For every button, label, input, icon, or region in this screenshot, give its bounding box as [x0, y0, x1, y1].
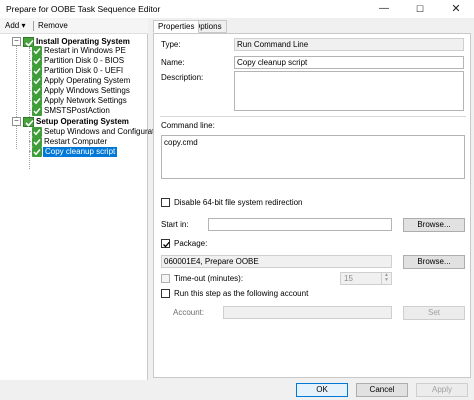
- step-check-icon: [32, 96, 42, 106]
- step-check-icon: [32, 56, 42, 66]
- tree-toolbar: Add ▾ Remove: [0, 18, 148, 34]
- add-button[interactable]: Add ▾: [5, 21, 25, 30]
- name-label: Name:: [161, 58, 185, 67]
- tree-connector: [29, 47, 30, 127]
- timeout-checkbox[interactable]: [161, 274, 170, 283]
- tree-item-apply-os[interactable]: Apply Operating System: [44, 76, 130, 86]
- start-in-label: Start in:: [161, 220, 189, 229]
- tree-item-apply-windows-settings[interactable]: Apply Windows Settings: [44, 86, 130, 96]
- remove-button[interactable]: Remove: [38, 21, 68, 30]
- type-value: Run Command Line: [234, 38, 464, 51]
- ok-button[interactable]: OK: [296, 383, 348, 397]
- step-check-icon: [32, 147, 42, 157]
- package-label: Package:: [174, 239, 208, 248]
- step-check-icon: [32, 106, 42, 116]
- timeout-stepper[interactable]: 15 ▲ ▼: [340, 272, 392, 285]
- disable-64bit-checkbox[interactable]: [161, 198, 170, 207]
- collapse-icon[interactable]: −: [12, 117, 21, 126]
- disable-64bit-label: Disable 64-bit file system redirection: [174, 198, 303, 207]
- package-browse-button[interactable]: Browse...: [403, 255, 465, 269]
- close-icon[interactable]: ✕: [438, 0, 474, 18]
- properties-tab-page: Type: Run Command Line Name: Copy cleanu…: [153, 33, 471, 378]
- package-value: 060001E4, Prepare OOBE: [161, 255, 392, 268]
- task-sequence-tree: Add ▾ Remove − Install Operating System …: [0, 18, 165, 380]
- run-as-label: Run this step as the following account: [174, 289, 309, 298]
- account-label: Account:: [173, 308, 205, 317]
- tree-item-smstspostaction[interactable]: SMSTSPostAction: [44, 106, 110, 116]
- window-title: Prepare for OOBE Task Sequence Editor: [6, 4, 161, 14]
- timeout-label: Time-out (minutes):: [174, 274, 244, 283]
- group-folder-icon: [23, 117, 34, 127]
- tree-item-restart-winpe[interactable]: Restart in Windows PE: [44, 46, 126, 56]
- step-check-icon: [32, 76, 42, 86]
- account-field[interactable]: [223, 306, 392, 319]
- step-check-icon: [32, 137, 42, 147]
- tree-group-setup-os[interactable]: Setup Operating System: [36, 117, 129, 127]
- tree-item-setup-windows[interactable]: Setup Windows and Configuration: [44, 127, 165, 137]
- timeout-value: 15: [344, 274, 353, 283]
- toolbar-divider: [33, 21, 34, 31]
- step-check-icon: [32, 46, 42, 56]
- tree-item-partition-bios[interactable]: Partition Disk 0 - BIOS: [44, 56, 124, 66]
- tree-connector: [16, 46, 17, 149]
- step-check-icon: [32, 127, 42, 137]
- tab-properties[interactable]: Properties: [153, 20, 200, 33]
- set-account-button[interactable]: Set: [403, 306, 465, 320]
- tree-connector: [29, 131, 30, 169]
- cancel-button[interactable]: Cancel: [356, 383, 408, 397]
- description-label: Description:: [161, 73, 204, 82]
- tree-item-partition-uefi[interactable]: Partition Disk 0 - UEFI: [44, 66, 123, 76]
- tree-item-apply-network-settings[interactable]: Apply Network Settings: [44, 96, 127, 106]
- command-line-label: Command line:: [161, 121, 215, 130]
- start-in-field[interactable]: [208, 218, 392, 231]
- properties-panel: Properties Options Type: Run Command Lin…: [150, 18, 474, 380]
- tree-item-restart-computer[interactable]: Restart Computer: [44, 137, 107, 147]
- step-check-icon: [32, 66, 42, 76]
- divider: [160, 116, 466, 117]
- command-line-field[interactable]: copy.cmd: [161, 135, 465, 179]
- dialog-button-bar: OK Cancel Apply: [0, 380, 474, 400]
- tree-item-copy-cleanup-script[interactable]: Copy cleanup script: [43, 147, 118, 157]
- type-label: Type:: [161, 40, 181, 49]
- run-as-checkbox[interactable]: [161, 289, 170, 298]
- name-field[interactable]: Copy cleanup script: [234, 56, 464, 69]
- apply-button[interactable]: Apply: [416, 383, 468, 397]
- description-field[interactable]: [234, 71, 464, 111]
- step-check-icon: [32, 86, 42, 96]
- title-bar: Prepare for OOBE Task Sequence Editor — …: [0, 0, 474, 18]
- package-checkbox[interactable]: [161, 239, 170, 248]
- collapse-icon[interactable]: −: [12, 37, 21, 46]
- start-in-browse-button[interactable]: Browse...: [403, 218, 465, 232]
- spin-arrows-icon[interactable]: ▲ ▼: [381, 273, 391, 284]
- minimize-icon[interactable]: —: [366, 0, 402, 18]
- maximize-icon[interactable]: ☐: [402, 0, 438, 18]
